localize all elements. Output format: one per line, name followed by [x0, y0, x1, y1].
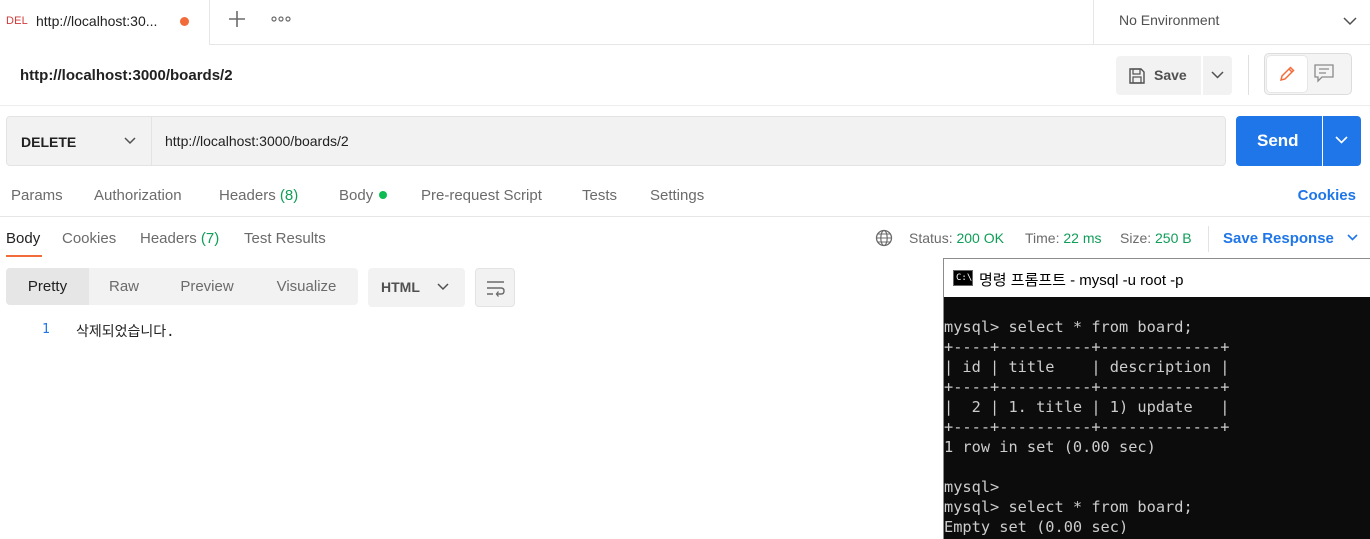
edit-button[interactable] — [1267, 56, 1307, 92]
save-button[interactable]: Save — [1116, 56, 1201, 95]
chevron-down-icon — [1347, 234, 1358, 241]
line-number: 1 — [42, 322, 50, 337]
terminal-line: mysql> select * from board; — [944, 498, 1193, 516]
terminal-line: +----+----------+-------------+ — [944, 378, 1230, 396]
environment-label: No Environment — [1119, 12, 1220, 28]
divider — [1208, 226, 1209, 252]
chevron-down-icon — [1343, 17, 1357, 26]
save-response-button[interactable]: Save Response — [1223, 230, 1358, 247]
response-tab-body[interactable]: Body — [6, 230, 40, 247]
status-value: 200 OK — [956, 230, 1004, 246]
response-headers-count: (7) — [200, 230, 220, 247]
time-value: 22 ms — [1063, 230, 1102, 246]
save-icon — [1129, 68, 1145, 84]
url-bar: DELETE http://localhost:3000/boards/2 — [6, 116, 1226, 166]
tab-headers[interactable]: Headers (8) — [219, 187, 298, 204]
terminal-line: | 2 | 1. title | 1) update | — [944, 398, 1230, 416]
chevron-down-icon — [124, 137, 136, 145]
environment-select[interactable]: No Environment — [1093, 0, 1370, 45]
request-name[interactable]: http://localhost:3000/boards/2 — [20, 67, 233, 84]
tab-title: http://localhost:30... — [36, 13, 158, 29]
globe-icon[interactable] — [875, 229, 893, 247]
more-icon[interactable] — [270, 10, 292, 28]
send-button[interactable]: Send — [1236, 116, 1322, 166]
response-body-text: 삭제되었습니다. — [76, 324, 175, 340]
response-tabs: Body Cookies Headers (7) Test Results St… — [0, 218, 1370, 258]
tab-tests[interactable]: Tests — [582, 187, 617, 204]
plus-icon[interactable] — [226, 8, 248, 30]
size-value: 250 B — [1155, 230, 1192, 246]
terminal-line: mysql> select * from board; — [944, 318, 1193, 336]
save-options-button[interactable] — [1203, 56, 1232, 95]
view-mode-toggle — [1264, 53, 1352, 95]
view-preview[interactable]: Preview — [159, 268, 255, 305]
terminal-output[interactable]: mysql> select * from board; +----+-------… — [944, 297, 1370, 539]
terminal-line: 1 row in set (0.00 sec) — [944, 438, 1156, 456]
body-indicator — [379, 191, 388, 199]
tab-authorization[interactable]: Authorization — [94, 187, 182, 204]
method-value: DELETE — [21, 134, 77, 150]
tab-bar: DEL http://localhost:30... No Environmen… — [0, 0, 1370, 45]
tab-params[interactable]: Params — [11, 187, 63, 204]
terminal-icon: C:\ — [953, 270, 973, 286]
cookies-link[interactable]: Cookies — [1298, 187, 1356, 204]
response-tab-cookies[interactable]: Cookies — [62, 230, 116, 247]
chevron-down-icon — [1211, 71, 1224, 79]
terminal-line: +----+----------+-------------+ — [944, 338, 1230, 356]
wrap-lines-button[interactable] — [475, 268, 515, 307]
tab-settings[interactable]: Settings — [650, 187, 704, 204]
comment-icon[interactable] — [1313, 63, 1335, 83]
request-tab[interactable]: DEL http://localhost:30... — [0, 0, 210, 45]
terminal-line: Empty set (0.00 sec) — [944, 518, 1129, 536]
terminal-line: mysql> — [944, 478, 1000, 496]
terminal-line: +----+----------+-------------+ — [944, 418, 1230, 436]
view-raw[interactable]: Raw — [89, 268, 159, 305]
method-select[interactable]: DELETE — [7, 117, 152, 165]
tab-method-badge: DEL — [6, 15, 28, 27]
view-pretty[interactable]: Pretty — [6, 268, 89, 305]
divider — [1248, 55, 1249, 95]
tab-body[interactable]: Body — [339, 187, 388, 204]
headers-count: (8) — [279, 187, 299, 204]
window-title: 명령 프롬프트 - mysql -u root -p — [979, 272, 1184, 289]
window-titlebar[interactable]: C:\ 명령 프롬프트 - mysql -u root -p — [944, 259, 1370, 297]
response-tab-test-results[interactable]: Test Results — [244, 230, 326, 247]
save-label: Save — [1154, 67, 1187, 83]
pencil-icon — [1279, 66, 1295, 82]
wrap-lines-icon — [487, 281, 505, 297]
status-readout: Status: 200 OK — [909, 230, 1004, 246]
url-input[interactable]: http://localhost:3000/boards/2 — [165, 133, 1065, 149]
size-readout: Size: 250 B — [1120, 230, 1192, 246]
tab-pre-request-script[interactable]: Pre-request Script — [421, 187, 542, 204]
active-tab-underline — [6, 255, 42, 257]
response-tab-headers[interactable]: Headers (7) — [140, 230, 219, 247]
send-options-button[interactable] — [1323, 116, 1361, 166]
command-prompt-window[interactable]: C:\ 명령 프롬프트 - mysql -u root -p mysql> se… — [943, 258, 1370, 539]
format-value: HTML — [381, 279, 420, 295]
format-select[interactable]: HTML — [368, 268, 465, 307]
view-mode-tabs: Pretty Raw Preview Visualize — [6, 268, 358, 305]
view-visualize[interactable]: Visualize — [255, 268, 358, 305]
unsaved-indicator — [180, 17, 189, 26]
send-label: Send — [1257, 131, 1299, 150]
request-tabs: Params Authorization Headers (8) Body Pr… — [0, 176, 1370, 217]
chevron-down-icon — [1335, 136, 1348, 144]
request-header: http://localhost:3000/boards/2 Save — [0, 45, 1370, 106]
terminal-line: | id | title | description | — [944, 358, 1230, 376]
time-readout: Time: 22 ms — [1025, 230, 1102, 246]
chevron-down-icon — [437, 283, 449, 291]
